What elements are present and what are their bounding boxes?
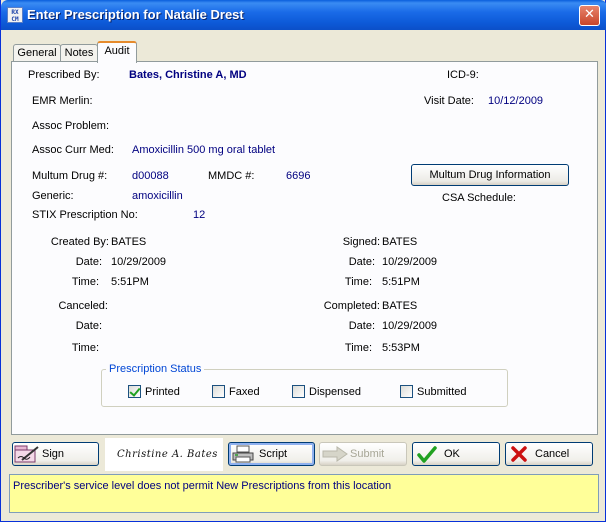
completed-time-label: Time: <box>344 342 372 354</box>
created-time-label: Time: <box>71 276 99 288</box>
cancel-label: Cancel <box>535 448 570 460</box>
tab-general[interactable]: General <box>13 44 61 62</box>
completed-date-value: 10/29/2009 <box>382 320 438 332</box>
status-message-box: Prescriber's service level does not perm… <box>9 474 599 513</box>
sign-pen-icon <box>14 445 39 463</box>
signed-time-value: 5:51PM <box>382 276 420 288</box>
script-button[interactable]: Script <box>228 442 315 466</box>
multum-drug-info-button[interactable]: Multum Drug Information <box>411 164 569 186</box>
printed-label[interactable]: Printed <box>145 386 180 399</box>
ok-label: OK <box>444 448 460 460</box>
signature-box: Christine A. Bates <box>105 438 223 471</box>
cancel-x-icon <box>511 446 527 462</box>
cancel-button[interactable]: Cancel <box>505 442 593 466</box>
signed-label: Signed: <box>342 236 380 248</box>
tab-notes[interactable]: Notes <box>60 44 98 62</box>
script-label: Script <box>259 448 288 460</box>
icd9-label: ICD-9: <box>447 69 479 81</box>
created-by-label: Created By: <box>50 236 109 248</box>
visit-date-label: Visit Date: <box>424 95 474 107</box>
sign-label: Sign <box>42 448 65 460</box>
mmdc-label: MMDC #: <box>208 170 255 182</box>
signed-date-label: Date: <box>348 256 375 268</box>
emr-label: EMR Merlin: <box>32 95 93 107</box>
canceled-time-label: Time: <box>71 342 99 354</box>
canceled-date-label: Date: <box>75 320 102 332</box>
mmdc-value: 6696 <box>286 170 311 182</box>
app-icon: RX CM <box>7 7 23 23</box>
title-bar[interactable]: RX CM Enter Prescription for Natalie Dres… <box>1 0 606 30</box>
submitted-label[interactable]: Submitted <box>417 386 467 399</box>
submit-button[interactable]: Submit <box>319 442 407 466</box>
signed-date-value: 10/29/2009 <box>382 256 438 268</box>
signed-by-value: BATES <box>382 236 418 248</box>
close-button[interactable]: ✕ <box>579 5 600 26</box>
dispensed-checkbox[interactable] <box>292 385 305 398</box>
stix-label: STIX Prescription No: <box>32 209 138 221</box>
stix-value: 12 <box>193 209 206 221</box>
assoc-curr-med-value: Amoxicillin 500 mg oral tablet <box>132 144 276 156</box>
completed-date-label: Date: <box>348 320 375 332</box>
sign-button[interactable]: Sign <box>12 442 99 466</box>
completed-time-value: 5:53PM <box>382 342 420 354</box>
generic-label: Generic: <box>32 190 74 202</box>
multum-drug-label: Multum Drug #: <box>32 170 108 182</box>
created-time-value: 5:51PM <box>111 276 149 288</box>
canceled-label: Canceled: <box>58 300 108 312</box>
multum-drug-value: d00088 <box>132 170 169 182</box>
created-date-label: Date: <box>75 256 102 268</box>
visit-date-value: 10/12/2009 <box>488 95 544 107</box>
printed-checkbox[interactable] <box>128 385 141 398</box>
created-date-value: 10/29/2009 <box>111 256 167 268</box>
dispensed-label[interactable]: Dispensed <box>309 386 361 399</box>
created-by-value: BATES <box>111 236 147 248</box>
close-icon: ✕ <box>584 7 595 22</box>
tab-audit[interactable]: Audit <box>97 41 137 63</box>
prescribed-by-label: Prescribed By: <box>28 69 100 81</box>
assoc-problem-label: Assoc Problem: <box>32 120 110 132</box>
window-title: Enter Prescription for Natalie Drest <box>27 7 244 22</box>
submit-arrow-icon <box>322 446 348 462</box>
faxed-label[interactable]: Faxed <box>229 386 260 399</box>
generic-value: amoxicillin <box>132 190 183 202</box>
prescription-window: RX CM Enter Prescription for Natalie Dres… <box>0 0 606 522</box>
signature-image: Christine A. Bates <box>117 449 218 460</box>
ok-button[interactable]: OK <box>412 442 500 466</box>
csa-schedule-label: CSA Schedule: <box>442 192 516 204</box>
completed-by-value: BATES <box>382 300 418 312</box>
signed-time-label: Time: <box>344 276 372 288</box>
assoc-curr-med-label: Assoc Curr Med: <box>32 144 114 156</box>
printer-icon <box>232 445 254 463</box>
ok-check-icon <box>417 446 437 463</box>
faxed-checkbox[interactable] <box>212 385 225 398</box>
submit-label: Submit <box>350 448 385 460</box>
status-message: Prescriber's service level does not perm… <box>13 480 392 492</box>
completed-label: Completed: <box>323 300 380 312</box>
submitted-checkbox[interactable] <box>400 385 413 398</box>
prescribed-by-value: Bates, Christine A, MD <box>129 69 247 81</box>
prescription-status-title: Prescription Status <box>106 363 205 376</box>
